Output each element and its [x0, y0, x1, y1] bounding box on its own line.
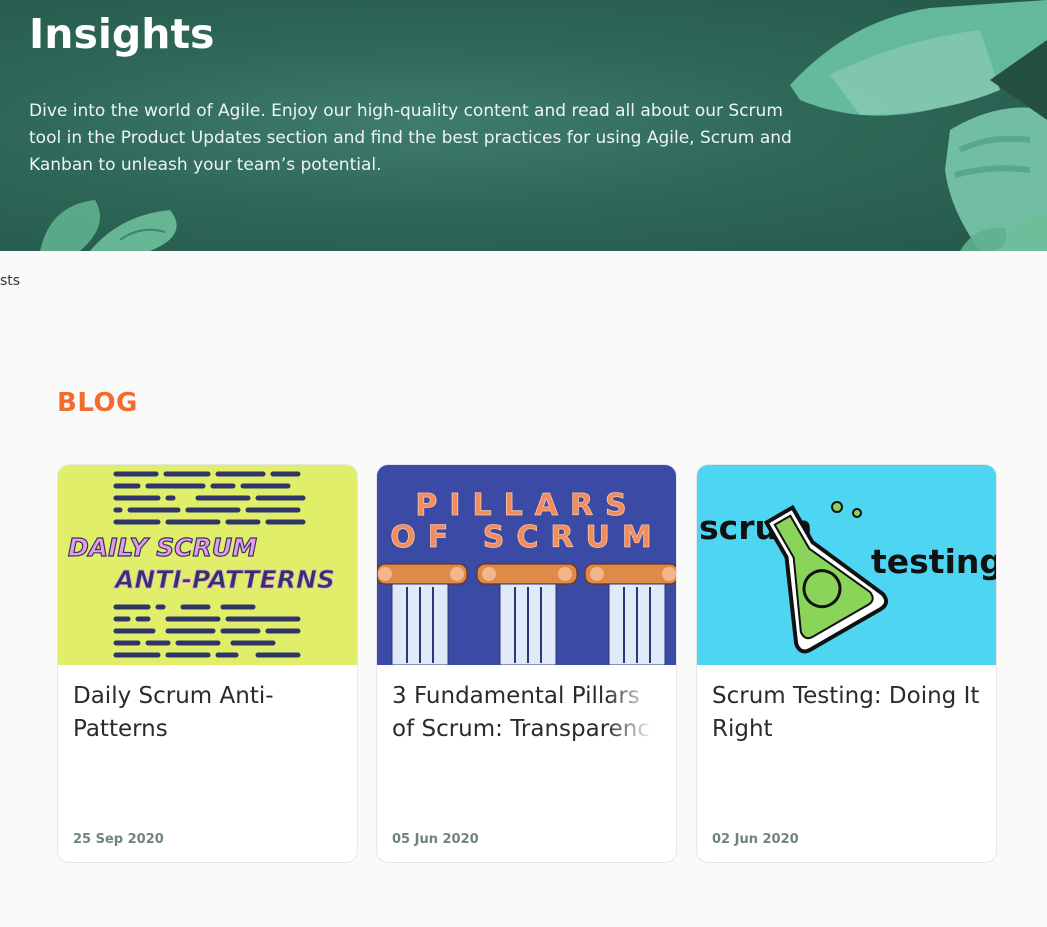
image-text-line-1: PILLARS: [415, 488, 638, 523]
image-text-line-2: OF SCRUM: [390, 520, 663, 555]
image-text-line-2: testing: [871, 542, 997, 581]
card-title[interactable]: Daily Scrum Anti-Patterns: [73, 680, 348, 750]
pillars-of-scrum-thumbnail: PILLARS OF SCRUM: [377, 465, 676, 665]
page-title: Insights: [29, 10, 215, 58]
blog-card-scrum-testing[interactable]: scrum testing Scrum Testing: Doing It Ri…: [696, 464, 997, 863]
card-date: 25 Sep 2020: [73, 832, 164, 847]
card-title[interactable]: Scrum Testing: Doing It Right: [712, 680, 987, 750]
hero-description: Dive into the world of Agile. Enjoy our …: [29, 101, 792, 175]
blog-section-title: BLOG: [57, 388, 138, 418]
card-date: 05 Jun 2020: [392, 832, 479, 847]
card-title[interactable]: 3 Fundamental Pillars of Scrum: Transpar…: [392, 680, 667, 750]
hero-banner: Insights Dive into the world of Agile. E…: [0, 0, 1047, 251]
image-text-line-1: DAILY SCRUM: [68, 533, 257, 562]
image-text-line-2: ANTI-PATTERNS: [113, 565, 335, 594]
scrum-testing-thumbnail: scrum testing: [697, 465, 997, 665]
daily-scrum-thumbnail: DAILY SCRUM ANTI-PATTERNS: [58, 465, 357, 665]
card-date: 02 Jun 2020: [712, 832, 799, 847]
blog-card-pillars-of-scrum[interactable]: PILLARS OF SCRUM 3 Fundamental Pillars o…: [376, 464, 677, 863]
breadcrumb[interactable]: sts: [0, 273, 20, 289]
blog-card-daily-scrum[interactable]: DAILY SCRUM ANTI-PATTERNS Daily Scrum An…: [57, 464, 358, 863]
